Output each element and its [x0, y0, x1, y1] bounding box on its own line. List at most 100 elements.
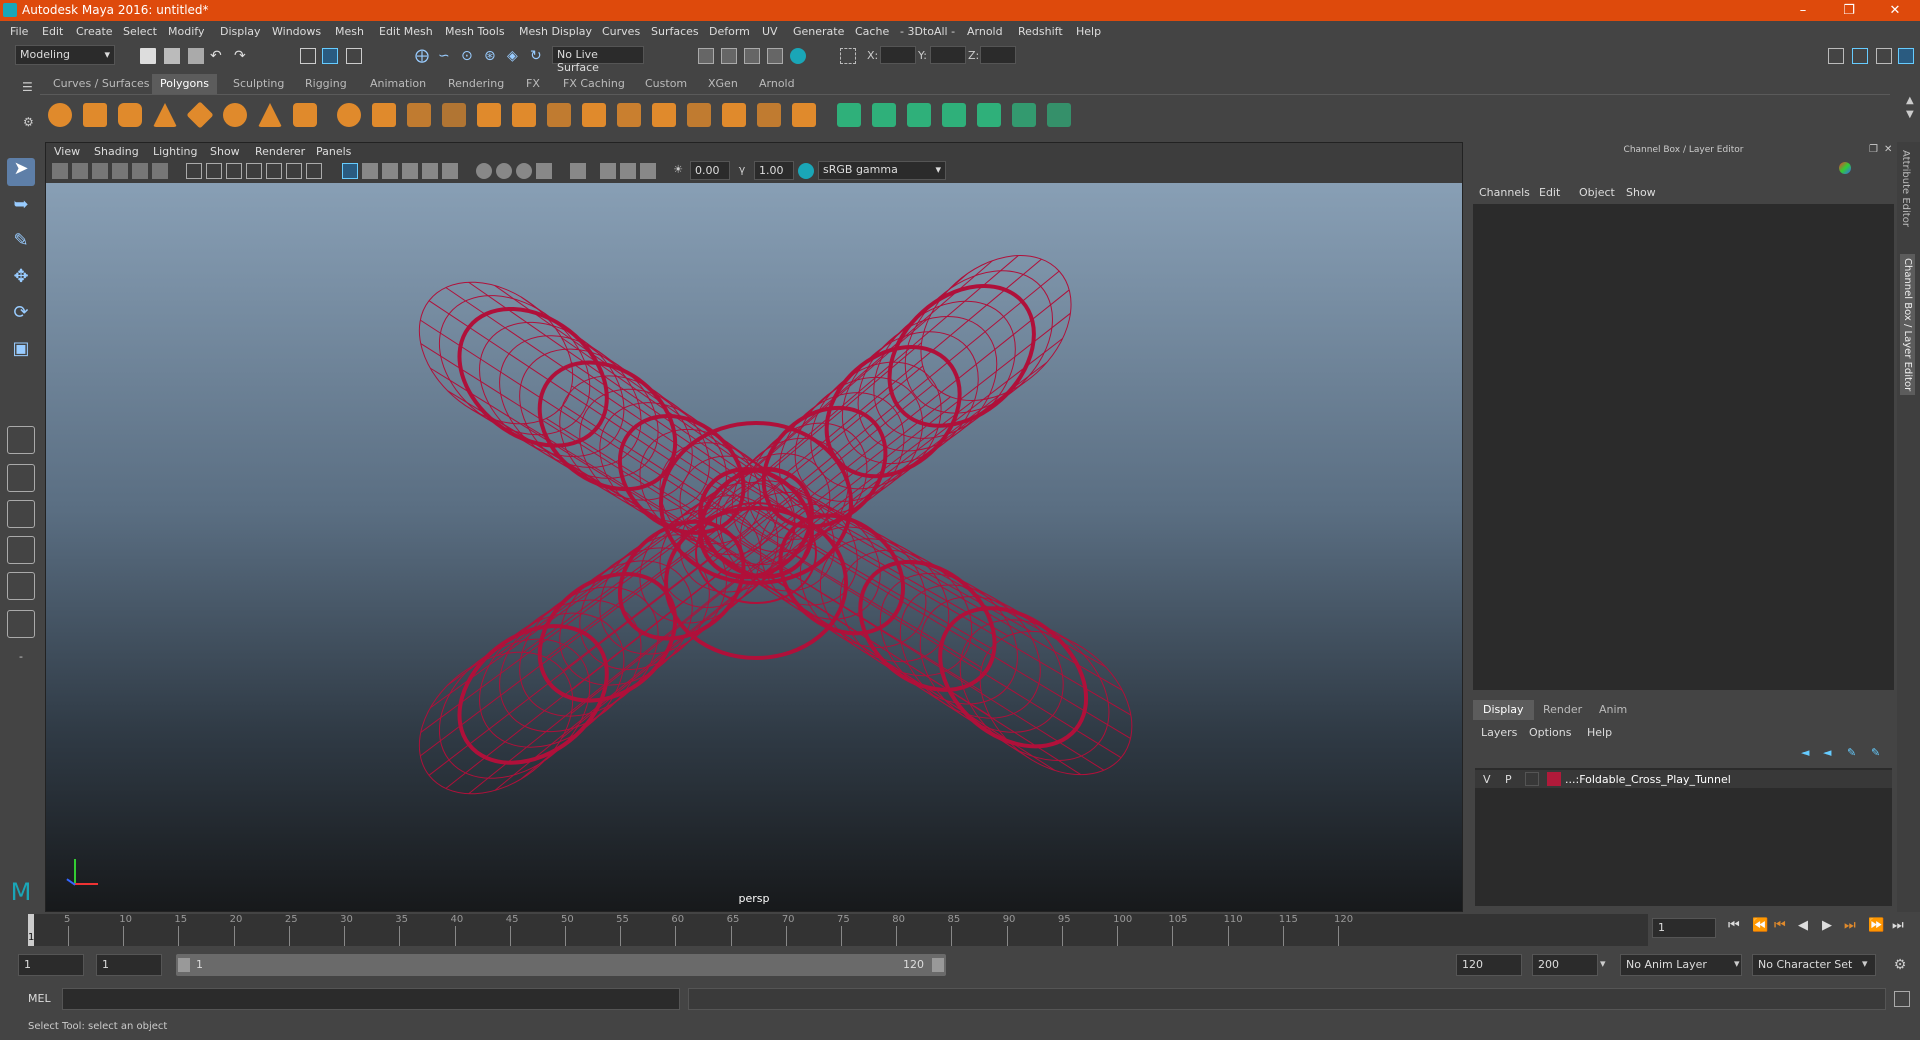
more-layouts-icon[interactable]: -	[7, 650, 35, 678]
attribute-editor-toggle-icon[interactable]	[1852, 48, 1868, 64]
play-backward-icon[interactable]: ◀	[1798, 918, 1808, 933]
separate-icon[interactable]	[372, 103, 396, 127]
menu-display[interactable]: Display	[220, 25, 261, 38]
safe-action-icon[interactable]	[286, 163, 302, 179]
save-scene-icon[interactable]	[188, 48, 204, 64]
shelf-tab-sculpting[interactable]: Sculpting	[225, 74, 292, 94]
minimize-icon[interactable]: –	[1780, 0, 1826, 21]
motion-blur-icon[interactable]	[496, 163, 512, 179]
edge-loop-icon[interactable]	[792, 103, 816, 127]
film-gate-icon[interactable]	[206, 163, 222, 179]
go-to-end-icon[interactable]: ⏭	[1892, 918, 1904, 933]
lasso-tool-icon[interactable]: ➥	[7, 194, 35, 222]
menu-redshift[interactable]: Redshift	[1018, 25, 1063, 38]
menu-edit-mesh[interactable]: Edit Mesh	[379, 25, 433, 38]
x-field[interactable]	[880, 46, 916, 64]
channel-box-toggle-icon[interactable]	[1898, 48, 1914, 64]
use-all-lights-icon[interactable]	[422, 163, 438, 179]
viewport-menu-panels[interactable]: Panels	[316, 145, 351, 158]
shelf-tab-fx-caching[interactable]: FX Caching	[555, 74, 633, 94]
tool-settings-icon[interactable]	[1876, 48, 1892, 64]
isolate-select-icon[interactable]	[570, 163, 586, 179]
new-scene-icon[interactable]	[140, 48, 156, 64]
image-plane-icon[interactable]	[112, 163, 128, 179]
undo-icon[interactable]: ↶	[210, 48, 226, 64]
viewport-menu-view[interactable]: View	[54, 145, 80, 158]
viewport-menu-renderer[interactable]: Renderer	[255, 145, 305, 158]
menu-3dtoall[interactable]: - 3DtoAll -	[900, 25, 955, 38]
poly-cone-icon[interactable]	[153, 103, 177, 127]
uv-editor-icon[interactable]	[977, 103, 1001, 127]
planar-map-icon[interactable]	[837, 103, 861, 127]
foldable-cross-play-tunnel-wireframe[interactable]	[46, 183, 1462, 911]
layer-row[interactable]: V P ...:Foldable_Cross_Play_Tunnel	[1475, 770, 1892, 788]
menu-channel-edit[interactable]: Edit	[1539, 186, 1560, 199]
menuset-dropdown[interactable]: Modeling ▾	[15, 45, 115, 65]
2d-pan-zoom-icon[interactable]	[152, 163, 168, 179]
y-field[interactable]	[930, 46, 966, 64]
menu-help[interactable]: Help	[1076, 25, 1101, 38]
step-back-key-icon[interactable]: ⏮	[1774, 918, 1786, 933]
modeling-toolkit-icon[interactable]	[1828, 48, 1844, 64]
layer-color-swatch[interactable]	[1547, 772, 1561, 786]
xray-joints-icon[interactable]	[620, 163, 636, 179]
append-icon[interactable]	[652, 103, 676, 127]
render-view-icon[interactable]	[790, 48, 806, 64]
move-tool-icon[interactable]: ✥	[7, 266, 35, 294]
shelf-tab-animation[interactable]: Animation	[362, 74, 434, 94]
viewport-menu-lighting[interactable]: Lighting	[153, 145, 197, 158]
extract-icon[interactable]	[407, 103, 431, 127]
snap-grid-icon[interactable]: ⨁	[415, 48, 431, 64]
ipr-render-icon[interactable]	[744, 48, 760, 64]
bridge-icon[interactable]	[582, 103, 606, 127]
menu-edit[interactable]: Edit	[42, 25, 63, 38]
new-layer-selected-icon[interactable]: ✎	[1871, 746, 1880, 759]
range-end-handle[interactable]	[932, 958, 944, 972]
hypershade-icon[interactable]	[767, 48, 783, 64]
menu-mesh-display[interactable]: Mesh Display	[519, 25, 592, 38]
multi-cut-icon[interactable]	[722, 103, 746, 127]
select-hierarchy-icon[interactable]	[300, 48, 316, 64]
four-pane-layout-icon[interactable]	[7, 464, 35, 492]
animation-start-field[interactable]: 1	[18, 954, 84, 976]
fill-hole-icon[interactable]	[687, 103, 711, 127]
anim-layer-dropdown[interactable]: No Anim Layer	[1620, 954, 1742, 976]
hypershade-layout-icon[interactable]	[7, 610, 35, 638]
textured-icon[interactable]	[402, 163, 418, 179]
gamma-field[interactable]: 1.00	[754, 161, 794, 180]
snap-point-icon[interactable]: ⊙	[461, 48, 477, 64]
layer-visibility-toggle[interactable]: V	[1483, 773, 1491, 786]
redo-icon[interactable]: ↷	[234, 48, 250, 64]
menu-layer-help[interactable]: Help	[1587, 726, 1612, 739]
float-panel-icon[interactable]: ❐	[1869, 144, 1878, 155]
color-management-icon[interactable]	[798, 163, 814, 179]
shelf-tab-arnold[interactable]: Arnold	[751, 74, 803, 94]
animation-preferences-icon[interactable]: ⚙	[1892, 957, 1908, 973]
resolution-gate-icon[interactable]	[226, 163, 242, 179]
render-settings-icon[interactable]	[698, 48, 714, 64]
outliner-layout-icon[interactable]	[7, 536, 35, 564]
grid-toggle-icon[interactable]	[186, 163, 202, 179]
mel-input[interactable]	[62, 988, 680, 1010]
graph-editor-layout-icon[interactable]	[7, 572, 35, 600]
tab-attribute-editor[interactable]: Attribute Editor	[1900, 150, 1911, 227]
tab-render[interactable]: Render	[1533, 700, 1592, 720]
step-back-icon[interactable]: ⏪	[1752, 918, 1768, 933]
cylindrical-map-icon[interactable]	[872, 103, 896, 127]
target-weld-icon[interactable]	[757, 103, 781, 127]
move-layer-down-icon[interactable]: ◄	[1823, 746, 1831, 759]
layer-type-toggle[interactable]	[1525, 772, 1539, 786]
restore-icon[interactable]: ❐	[1826, 0, 1872, 21]
anti-aliasing-icon[interactable]	[516, 163, 532, 179]
snap-plane-icon[interactable]: ↻	[530, 48, 546, 64]
menu-mesh-tools[interactable]: Mesh Tools	[445, 25, 505, 38]
menu-mesh[interactable]: Mesh	[335, 25, 364, 38]
chevron-down-icon[interactable]: ▾	[1734, 957, 1740, 970]
select-object-icon[interactable]	[322, 48, 338, 64]
select-tool-icon[interactable]: ➤	[7, 158, 35, 186]
open-scene-icon[interactable]	[164, 48, 180, 64]
tab-anim[interactable]: Anim	[1589, 700, 1637, 720]
menu-surfaces[interactable]: Surfaces	[651, 25, 699, 38]
poly-sphere-icon[interactable]	[48, 103, 72, 127]
menu-generate[interactable]: Generate	[793, 25, 844, 38]
